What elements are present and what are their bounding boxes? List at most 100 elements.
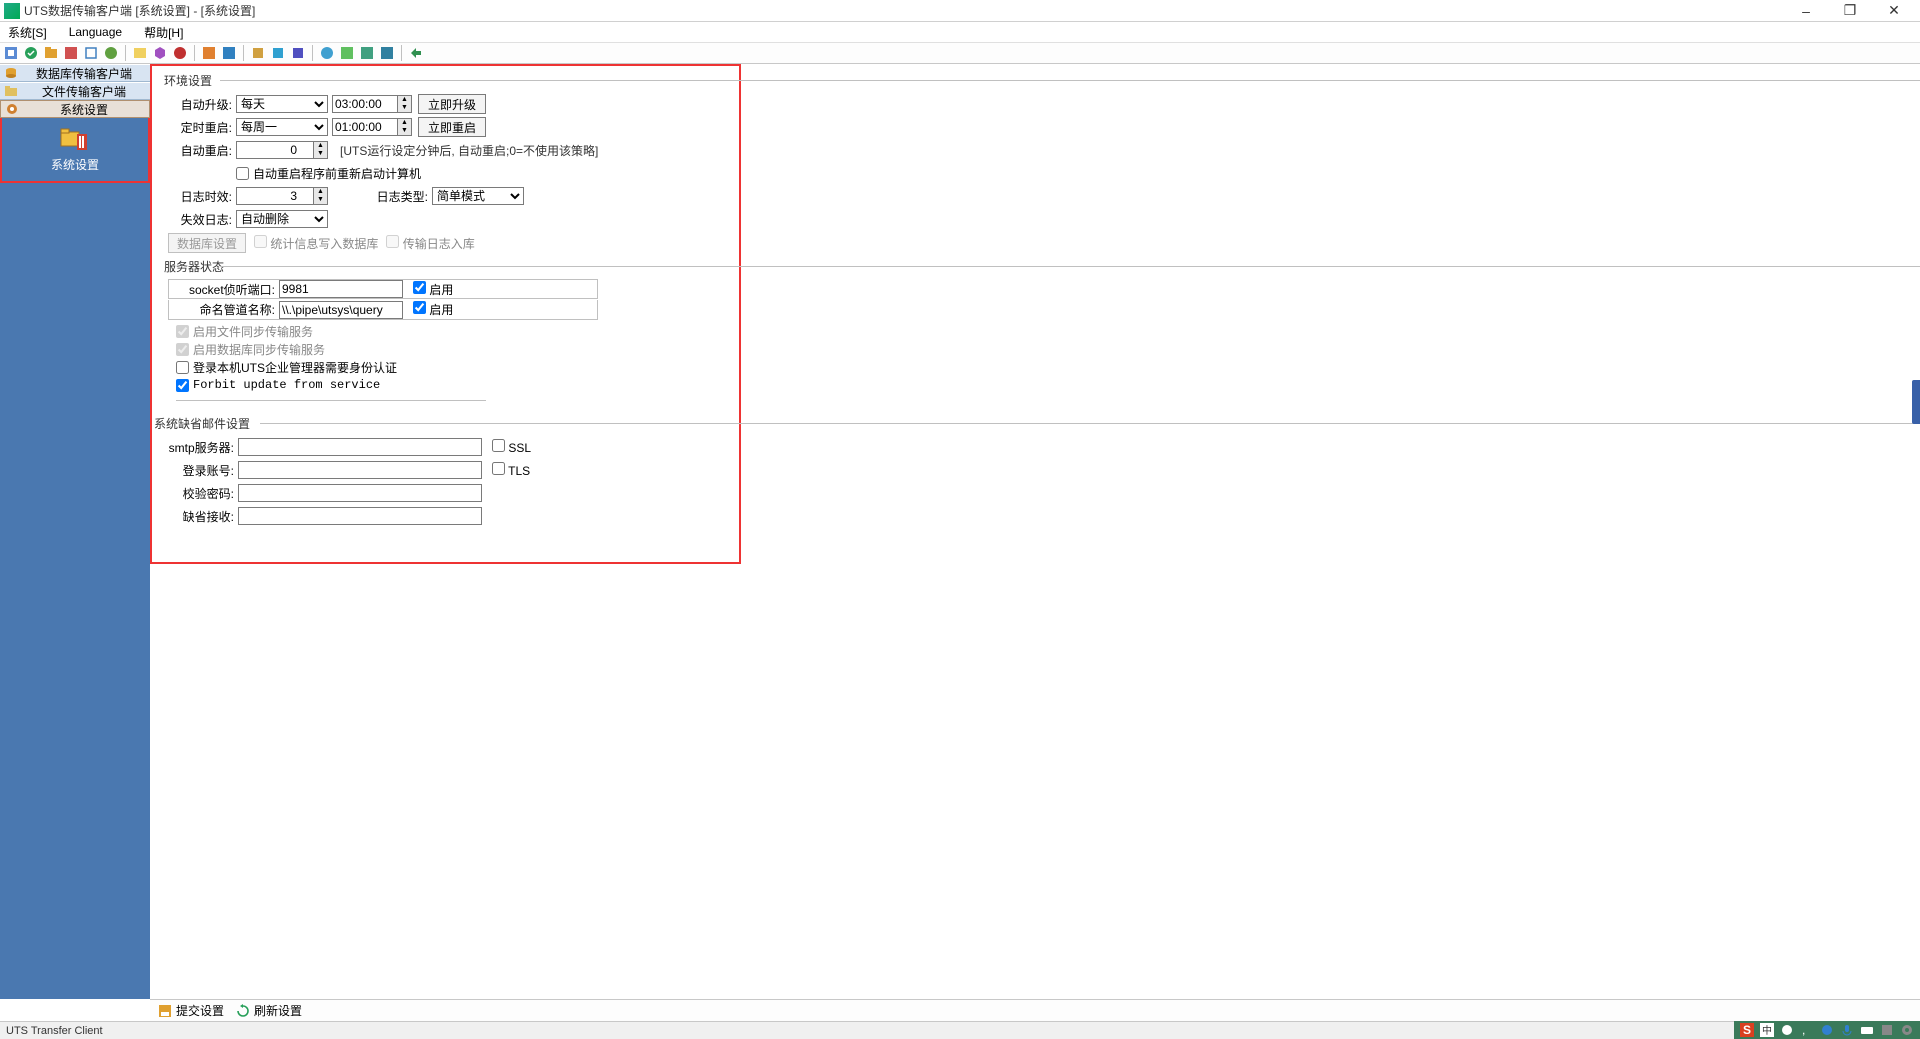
verify-pwd-input[interactable] bbox=[238, 484, 482, 502]
upgrade-now-button[interactable]: 立即升级 bbox=[418, 94, 486, 114]
tls-label: TLS bbox=[508, 464, 530, 478]
socket-port-input[interactable] bbox=[279, 280, 403, 298]
socket-enable-checkbox[interactable] bbox=[413, 281, 426, 294]
enable-file-sync-label: 启用文件同步传输服务 bbox=[193, 323, 313, 340]
db-settings-button[interactable]: 数据库设置 bbox=[168, 233, 246, 253]
tray-icon-5[interactable] bbox=[1820, 1023, 1834, 1037]
save-icon bbox=[158, 1004, 172, 1018]
refresh-settings-button[interactable]: 刷新设置 bbox=[236, 1002, 302, 1019]
sched-restart-time-input[interactable]: ▲▼ bbox=[332, 118, 412, 136]
xfer-log-to-db-checkbox bbox=[386, 235, 399, 248]
toolbar-icon-6[interactable] bbox=[103, 45, 119, 61]
title-bar: UTS数据传输客户端 [系统设置] - [系统设置] – ❐ ✕ bbox=[0, 0, 1920, 22]
content-panel: 环境设置 自动升级: 每天 ▲▼ 立即升级 定时重启: 每周一 ▲▼ 立即重启 bbox=[150, 64, 1920, 999]
submit-settings-button[interactable]: 提交设置 bbox=[158, 1002, 224, 1019]
log-expire-label: 日志时效: bbox=[168, 188, 232, 205]
tray-ime-icon[interactable]: S bbox=[1740, 1023, 1754, 1037]
sidebar-item-label: 数据库传输客户端 bbox=[22, 65, 146, 82]
toolbar-icon-16[interactable] bbox=[339, 45, 355, 61]
toolbar-icon-9[interactable] bbox=[172, 45, 188, 61]
auto-upgrade-freq-select[interactable]: 每天 bbox=[236, 95, 328, 113]
right-panel-handle[interactable] bbox=[1912, 380, 1920, 424]
toolbar-icon-15[interactable] bbox=[319, 45, 335, 61]
maximize-button[interactable]: ❐ bbox=[1828, 1, 1872, 21]
toolbar bbox=[0, 42, 1920, 64]
minimize-button[interactable]: – bbox=[1784, 1, 1828, 21]
status-bar: UTS Transfer Client 0 0 B bbox=[0, 1021, 1920, 1039]
login-account-input[interactable] bbox=[238, 461, 482, 479]
toolbar-icon-5[interactable] bbox=[83, 45, 99, 61]
sidebar-item-label: 系统设置 bbox=[23, 101, 145, 118]
smtp-input[interactable] bbox=[238, 438, 482, 456]
toolbar-icon-13[interactable] bbox=[270, 45, 286, 61]
toolbar-icon-14[interactable] bbox=[290, 45, 306, 61]
tray-gear-icon[interactable] bbox=[1900, 1023, 1914, 1037]
sidebar-item-system-settings[interactable]: 系统设置 bbox=[0, 100, 150, 118]
enable-db-sync-label: 启用数据库同步传输服务 bbox=[193, 341, 325, 358]
toolbar-icon-4[interactable] bbox=[63, 45, 79, 61]
enable-file-sync-row: 启用文件同步传输服务 bbox=[176, 322, 1902, 340]
pipe-enable-label: 启用 bbox=[429, 303, 453, 317]
gear-icon bbox=[5, 102, 19, 116]
stats-to-db-label: 统计信息写入数据库 bbox=[270, 237, 378, 251]
sidebar-item-file-client[interactable]: 文件传输客户端 bbox=[0, 82, 150, 100]
toolbar-icon-2[interactable] bbox=[23, 45, 39, 61]
toolbar-icon-18[interactable] bbox=[379, 45, 395, 61]
tray-icon-4[interactable]: , bbox=[1800, 1023, 1814, 1037]
menu-language[interactable]: Language bbox=[65, 23, 126, 41]
sidebar: 数据库传输客户端 文件传输客户端 系统设置 系统设置 bbox=[0, 64, 150, 999]
reboot-before-checkbox[interactable] bbox=[236, 167, 249, 180]
enable-db-sync-row: 启用数据库同步传输服务 bbox=[176, 340, 1902, 358]
sidebar-tile-system-settings[interactable]: 系统设置 bbox=[0, 118, 150, 183]
tray-icon-3[interactable] bbox=[1780, 1023, 1794, 1037]
toolbar-icon-7[interactable] bbox=[132, 45, 148, 61]
pipe-enable-checkbox[interactable] bbox=[413, 301, 426, 314]
socket-enable-label: 启用 bbox=[429, 283, 453, 297]
login-auth-label: 登录本机UTS企业管理器需要身份认证 bbox=[193, 359, 397, 376]
svg-text:,: , bbox=[1802, 1023, 1805, 1037]
mail-legend: 系统缺省邮件设置 bbox=[154, 415, 1902, 432]
toolbar-icon-19[interactable] bbox=[408, 45, 424, 61]
settings-tile-icon bbox=[59, 126, 91, 154]
tray-keyboard-icon[interactable] bbox=[1860, 1023, 1874, 1037]
tls-checkbox[interactable] bbox=[492, 462, 505, 475]
log-type-select[interactable]: 简单模式 bbox=[432, 187, 524, 205]
login-auth-checkbox[interactable] bbox=[176, 361, 189, 374]
status-app-name: UTS Transfer Client bbox=[6, 1025, 103, 1037]
auto-upgrade-label: 自动升级: bbox=[168, 96, 232, 113]
log-expire-input[interactable]: ▲▼ bbox=[236, 187, 328, 205]
toolbar-icon-1[interactable] bbox=[3, 45, 19, 61]
restart-now-button[interactable]: 立即重启 bbox=[418, 117, 486, 137]
auto-upgrade-time-input[interactable]: ▲▼ bbox=[332, 95, 412, 113]
forbid-update-row: Forbit update from service bbox=[176, 376, 1902, 394]
tray-icon-2[interactable]: 中 bbox=[1760, 1023, 1774, 1037]
toolbar-icon-10[interactable] bbox=[201, 45, 217, 61]
close-button[interactable]: ✕ bbox=[1872, 1, 1916, 21]
toolbar-icon-8[interactable] bbox=[152, 45, 168, 61]
sidebar-item-db-client[interactable]: 数据库传输客户端 bbox=[0, 64, 150, 82]
menu-bar: 系统[S] Language 帮助[H] bbox=[0, 22, 1920, 42]
refresh-icon bbox=[236, 1004, 250, 1018]
sched-restart-freq-select[interactable]: 每周一 bbox=[236, 118, 328, 136]
auto-restart-minutes-input[interactable]: ▲▼ bbox=[236, 141, 328, 159]
menu-help[interactable]: 帮助[H] bbox=[140, 22, 187, 43]
toolbar-icon-11[interactable] bbox=[221, 45, 237, 61]
tray-icon-8[interactable] bbox=[1880, 1023, 1894, 1037]
default-recv-input[interactable] bbox=[238, 507, 482, 525]
log-type-label: 日志类型: bbox=[368, 188, 428, 205]
invalid-log-select[interactable]: 自动删除 bbox=[236, 210, 328, 228]
auto-restart-hint: [UTS运行设定分钟后, 自动重启;0=不使用该策略] bbox=[340, 142, 598, 159]
main-area: 数据库传输客户端 文件传输客户端 系统设置 系统设置 环境设置 自动升级: 每天 bbox=[0, 64, 1920, 999]
toolbar-icon-3[interactable] bbox=[43, 45, 59, 61]
sched-restart-label: 定时重启: bbox=[168, 119, 232, 136]
toolbar-icon-17[interactable] bbox=[359, 45, 375, 61]
pipe-name-input[interactable] bbox=[279, 301, 403, 319]
menu-system[interactable]: 系统[S] bbox=[4, 22, 51, 43]
pipe-name-label: 命名管道名称: bbox=[169, 301, 275, 318]
toolbar-icon-12[interactable] bbox=[250, 45, 266, 61]
window-title: UTS数据传输客户端 [系统设置] - [系统设置] bbox=[24, 2, 255, 19]
ssl-checkbox[interactable] bbox=[492, 439, 505, 452]
forbid-update-checkbox[interactable] bbox=[176, 379, 189, 392]
ssl-label: SSL bbox=[508, 441, 531, 455]
tray-mic-icon[interactable] bbox=[1840, 1023, 1854, 1037]
